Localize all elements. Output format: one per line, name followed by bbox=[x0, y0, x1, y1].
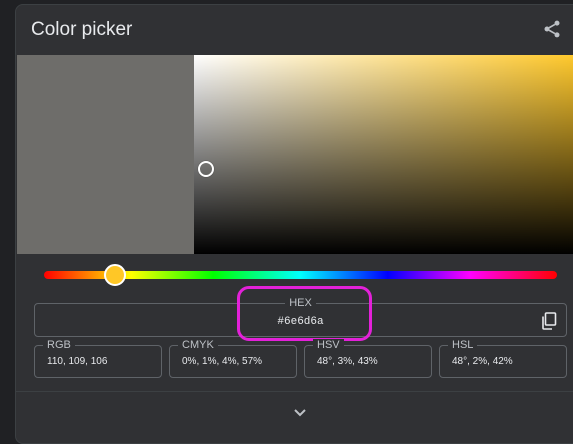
hex-value[interactable]: #6e6d6a bbox=[35, 316, 566, 328]
chevron-down-icon[interactable] bbox=[292, 407, 308, 419]
rgb-value[interactable]: 110, 109, 106 bbox=[47, 356, 107, 367]
hsl-value[interactable]: 48°, 2%, 42% bbox=[452, 356, 513, 367]
hex-field[interactable]: HEX #6e6d6a bbox=[34, 297, 567, 337]
hue-slider[interactable] bbox=[44, 264, 557, 286]
hsv-value[interactable]: 48°, 3%, 43% bbox=[317, 356, 378, 367]
hex-label: HEX bbox=[285, 297, 316, 309]
selected-color-swatch bbox=[17, 55, 194, 254]
rgb-field[interactable]: RGB 110, 109, 106 bbox=[34, 339, 162, 378]
share-icon[interactable] bbox=[542, 19, 562, 39]
hsl-label: HSL bbox=[448, 339, 478, 351]
cmyk-label: CMYK bbox=[178, 339, 218, 351]
card-title: Color picker bbox=[31, 19, 133, 40]
saturation-value-area[interactable] bbox=[194, 55, 573, 254]
hsv-label: HSV bbox=[313, 339, 344, 351]
hue-slider-thumb[interactable] bbox=[104, 264, 126, 286]
cmyk-field[interactable]: CMYK 0%, 1%, 4%, 57% bbox=[169, 339, 297, 378]
saturation-value-handle[interactable] bbox=[198, 161, 214, 177]
copy-icon[interactable] bbox=[541, 312, 557, 330]
rgb-label: RGB bbox=[43, 339, 75, 351]
cmyk-value[interactable]: 0%, 1%, 4%, 57% bbox=[182, 356, 262, 367]
footer-divider bbox=[16, 391, 573, 392]
color-picker-card: Color picker HEX #6e6d6a RGB 110, 109, 1… bbox=[15, 4, 573, 444]
hsv-field[interactable]: HSV 48°, 3%, 43% bbox=[304, 339, 432, 378]
hsl-field[interactable]: HSL 48°, 2%, 42% bbox=[439, 339, 567, 378]
